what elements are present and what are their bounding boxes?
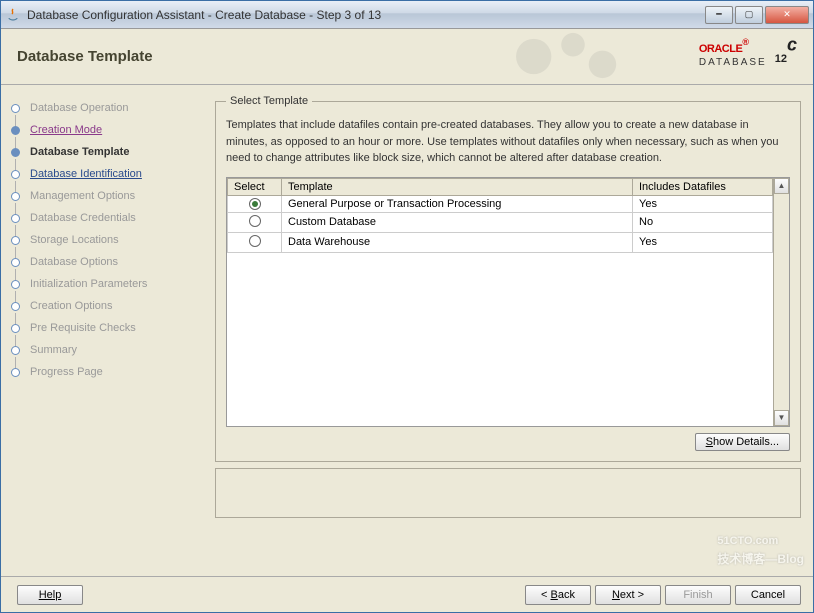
window-buttons: ━ ▢ ✕: [705, 6, 809, 24]
oracle-text: ORACLE®: [699, 36, 749, 56]
col-select[interactable]: Select: [228, 178, 282, 195]
cell-includes: No: [633, 212, 773, 232]
cell-template: Custom Database: [282, 212, 633, 232]
step-database-identification[interactable]: Database Identification: [5, 163, 211, 185]
main-panel: Select Template Templates that include d…: [211, 85, 813, 576]
cell-template: General Purpose or Transaction Processin…: [282, 195, 633, 212]
table-row[interactable]: General Purpose or Transaction Processin…: [228, 195, 773, 212]
footer-bar: Help < Back Next > Finish Cancel: [1, 576, 813, 612]
radio-template-custom[interactable]: [249, 215, 261, 227]
radio-template-warehouse[interactable]: [249, 235, 261, 247]
cell-includes: Yes: [633, 232, 773, 252]
table-row[interactable]: Data Warehouse Yes: [228, 232, 773, 252]
step-creation-options: Creation Options: [5, 295, 211, 317]
template-description: Templates that include datafiles contain…: [226, 117, 790, 167]
scroll-up-icon[interactable]: ▲: [774, 178, 789, 194]
cell-includes: Yes: [633, 195, 773, 212]
template-table: Select Template Includes Datafiles Gener…: [227, 178, 773, 253]
col-includes[interactable]: Includes Datafiles: [633, 178, 773, 195]
app-window: Database Configuration Assistant - Creat…: [0, 0, 814, 613]
cancel-button[interactable]: Cancel: [735, 585, 801, 605]
step-creation-mode[interactable]: Creation Mode: [5, 119, 211, 141]
step-storage-locations: Storage Locations: [5, 229, 211, 251]
header: Database Template ORACLE® DATABASE 12c: [1, 29, 813, 85]
help-button[interactable]: Help: [17, 585, 83, 605]
java-icon: [5, 7, 21, 23]
version-text: 12c: [775, 33, 797, 70]
maximize-button[interactable]: ▢: [735, 6, 763, 24]
scroll-track[interactable]: [774, 194, 789, 410]
select-template-group: Select Template Templates that include d…: [215, 95, 801, 462]
back-button[interactable]: < Back: [525, 585, 591, 605]
watermark: 51CTO.com 技术博客—Blog: [717, 524, 804, 567]
finish-button: Finish: [665, 585, 731, 605]
group-legend: Select Template: [226, 95, 312, 107]
step-database-operation: Database Operation: [5, 97, 211, 119]
content-area: Database Operation Creation Mode Databas…: [1, 85, 813, 576]
template-table-container: Select Template Includes Datafiles Gener…: [226, 177, 790, 427]
radio-template-general[interactable]: [249, 198, 261, 210]
step-progress-page: Progress Page: [5, 361, 211, 383]
next-button[interactable]: Next >: [595, 585, 661, 605]
table-row[interactable]: Custom Database No: [228, 212, 773, 232]
message-area: [215, 468, 801, 518]
step-database-options: Database Options: [5, 251, 211, 273]
cell-template: Data Warehouse: [282, 232, 633, 252]
minimize-button[interactable]: ━: [705, 6, 733, 24]
step-database-template[interactable]: Database Template: [5, 141, 211, 163]
brand-logo: ORACLE® DATABASE 12c: [699, 33, 797, 70]
step-management-options: Management Options: [5, 185, 211, 207]
gears-decoration: [493, 29, 653, 84]
step-prerequisite-checks: Pre Requisite Checks: [5, 317, 211, 339]
step-summary: Summary: [5, 339, 211, 361]
oracle-subtext: DATABASE: [699, 57, 767, 68]
scroll-down-icon[interactable]: ▼: [774, 410, 789, 426]
window-title: Database Configuration Assistant - Creat…: [27, 8, 705, 22]
title-bar[interactable]: Database Configuration Assistant - Creat…: [1, 1, 813, 29]
show-details-button[interactable]: Show Details...: [695, 433, 790, 451]
step-database-credentials: Database Credentials: [5, 207, 211, 229]
wizard-steps-sidebar: Database Operation Creation Mode Databas…: [1, 85, 211, 576]
col-template[interactable]: Template: [282, 178, 633, 195]
step-initialization-parameters: Initialization Parameters: [5, 273, 211, 295]
close-button[interactable]: ✕: [765, 6, 809, 24]
page-title: Database Template: [17, 48, 153, 65]
vertical-scrollbar[interactable]: ▲ ▼: [773, 178, 789, 426]
